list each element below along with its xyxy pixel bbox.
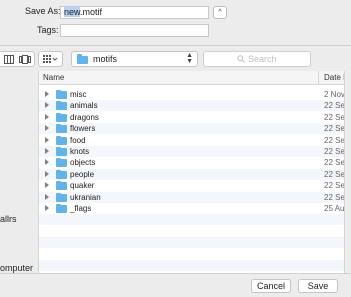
disclosure-triangle-icon[interactable] [45, 205, 49, 211]
item-name: knots [70, 147, 90, 156]
save-as-label: Save As: [25, 6, 61, 16]
column-header-name[interactable]: Name [43, 73, 64, 82]
list-item[interactable]: flowers 22 Sep [39, 123, 351, 135]
folder-icon [56, 135, 67, 145]
sidebar-item-allrs[interactable]: allrs [0, 214, 17, 224]
list-item[interactable]: objects 22 Sep [39, 157, 351, 168]
disclosure-triangle-icon[interactable] [45, 136, 49, 143]
item-name: people [70, 169, 95, 179]
folder-icon [56, 204, 67, 213]
list-item[interactable]: knots 22 Sep [39, 146, 351, 157]
bottom-bar: Cancel Save [0, 273, 351, 297]
tags-field[interactable] [60, 24, 209, 37]
save-button[interactable]: Save [298, 279, 338, 293]
item-name: _flags [70, 204, 92, 213]
column-separator[interactable] [318, 71, 319, 85]
view-mode-segmented-control[interactable] [0, 51, 35, 67]
item-name: flowers [70, 124, 96, 134]
list-item[interactable]: _flags 25 Aug [39, 203, 351, 214]
list-item[interactable]: ukranian 22 Sep [39, 191, 351, 203]
folder-icon [56, 112, 67, 122]
empty-row [39, 249, 351, 260]
list-item[interactable]: food 22 Sep [39, 135, 351, 146]
disclosure-triangle-icon[interactable] [45, 170, 49, 177]
item-name: quaker [70, 181, 95, 191]
location-folder-name: motifs [93, 54, 118, 64]
expand-dialog-button[interactable]: ^ [213, 6, 227, 19]
folder-icon [56, 147, 67, 156]
folder-icon [56, 169, 67, 179]
cancel-button[interactable]: Cancel [251, 279, 291, 293]
disclosure-triangle-icon[interactable] [45, 193, 49, 200]
icon-grid-view-icon [43, 55, 58, 63]
location-popup[interactable]: motifs ▲ ▼ [71, 51, 198, 67]
disclosure-triangle-icon[interactable] [45, 113, 49, 120]
updown-arrows-icon: ▲ ▼ [186, 52, 193, 65]
folder-icon [77, 54, 88, 64]
save-as-field[interactable]: new.motif [60, 6, 209, 19]
header-divider [0, 45, 351, 46]
search-field[interactable]: Search [203, 51, 311, 67]
list-item[interactable]: dragons 22 Sep [39, 112, 351, 123]
file-list: Name Date M misc 2 Nove animals 22 Sep drago… [38, 71, 351, 273]
disclosure-triangle-icon[interactable] [45, 159, 49, 166]
cover-flow-view-icon[interactable] [19, 55, 31, 64]
item-name: dragons [70, 112, 99, 122]
filename-selected-part: new [64, 7, 81, 17]
empty-row [39, 260, 351, 271]
toolbar: motifs ▲ ▼ Search [0, 51, 351, 69]
list-item[interactable]: animals 22 Sep [39, 100, 351, 112]
column-view-icon[interactable] [4, 55, 14, 64]
item-name: animals [70, 101, 98, 111]
item-name: objects [70, 158, 96, 168]
empty-row [39, 226, 351, 237]
folder-icon [56, 124, 67, 134]
list-item[interactable]: misc 2 Nove [39, 89, 351, 100]
disclosure-triangle-icon[interactable] [45, 125, 49, 132]
disclosure-triangle-icon[interactable] [45, 102, 49, 109]
empty-row [39, 214, 351, 226]
empty-row [39, 237, 351, 249]
window-edge [344, 71, 351, 273]
disclosure-triangle-icon[interactable] [45, 91, 49, 97]
list-item[interactable]: quaker 22 Sep [39, 180, 351, 191]
folder-icon [56, 158, 67, 168]
tags-label: Tags: [37, 25, 59, 35]
folder-icon [56, 101, 67, 111]
folder-icon [56, 192, 67, 202]
item-name: food [70, 135, 86, 145]
disclosure-triangle-icon[interactable] [45, 182, 49, 189]
folder-icon [56, 181, 67, 191]
item-name: ukranian [70, 192, 101, 202]
item-name: misc [70, 90, 87, 99]
arrange-button[interactable] [38, 51, 63, 67]
folder-icon [56, 90, 67, 99]
list-item[interactable]: people 22 Sep [39, 168, 351, 180]
filename-extension: .motif [80, 7, 103, 17]
search-icon [237, 55, 246, 63]
sidebar-item-computer[interactable]: omputer [0, 263, 33, 273]
sidebar: allrs omputer [0, 71, 38, 273]
search-placeholder: Search [247, 54, 277, 64]
disclosure-triangle-icon[interactable] [45, 148, 49, 154]
list-header: Name Date M [39, 71, 351, 85]
